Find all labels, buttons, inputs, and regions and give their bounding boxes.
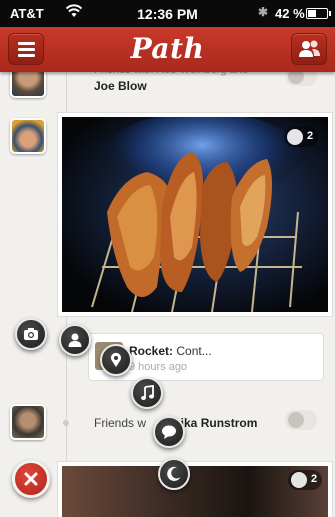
emotion-count: 2 <box>311 473 318 485</box>
app-logo: Path <box>130 32 205 65</box>
emotion-button[interactable]: 2 <box>288 470 322 490</box>
grilled-food-photo[interactable]: 2 <box>62 117 328 312</box>
photo-post[interactable]: 2 <box>57 461 333 517</box>
music-icon <box>141 385 154 400</box>
bluetooth-icon: ✱ <box>258 5 269 19</box>
battery-percent: 42 % <box>275 6 305 21</box>
post-text: Cont... <box>176 344 212 358</box>
person-icon <box>68 333 82 347</box>
emotion-button[interactable] <box>285 410 317 430</box>
music-button[interactable] <box>131 377 163 409</box>
close-button[interactable] <box>12 460 50 498</box>
photo-post[interactable]: 2 <box>57 112 333 317</box>
post-title: Rocket: Cont... <box>129 344 212 358</box>
avatar[interactable] <box>10 118 46 154</box>
post-name: Rocket: <box>129 344 174 358</box>
camera-icon <box>24 328 38 340</box>
emotion-count: 2 <box>307 130 314 142</box>
close-icon <box>24 472 38 486</box>
emotion-button[interactable]: 2 <box>284 127 318 147</box>
friends-icon <box>298 39 322 64</box>
post-time: 9 hours ago <box>129 361 188 373</box>
photo[interactable] <box>62 466 328 517</box>
person-button[interactable] <box>59 324 91 356</box>
thought-icon <box>162 425 176 439</box>
smiley-icon <box>291 472 307 488</box>
sleep-icon <box>167 466 181 481</box>
smiley-icon <box>288 412 304 428</box>
post-prefix: Friends w <box>94 416 147 430</box>
avatar[interactable] <box>10 404 46 440</box>
smiley-icon <box>287 129 303 145</box>
battery-icon <box>306 8 331 19</box>
camera-button[interactable] <box>15 318 47 350</box>
status-bar: AT&T 12:36 PM ✱ 42 % <box>0 0 335 27</box>
sleep-button[interactable] <box>158 458 190 490</box>
post-name[interactable]: Joe Blow <box>94 79 147 93</box>
place-icon <box>111 352 121 367</box>
timeline-dot <box>63 420 69 426</box>
place-button[interactable] <box>100 344 132 376</box>
thought-button[interactable] <box>153 416 185 448</box>
friends-button[interactable] <box>291 33 327 65</box>
navbar: Path <box>0 27 335 72</box>
